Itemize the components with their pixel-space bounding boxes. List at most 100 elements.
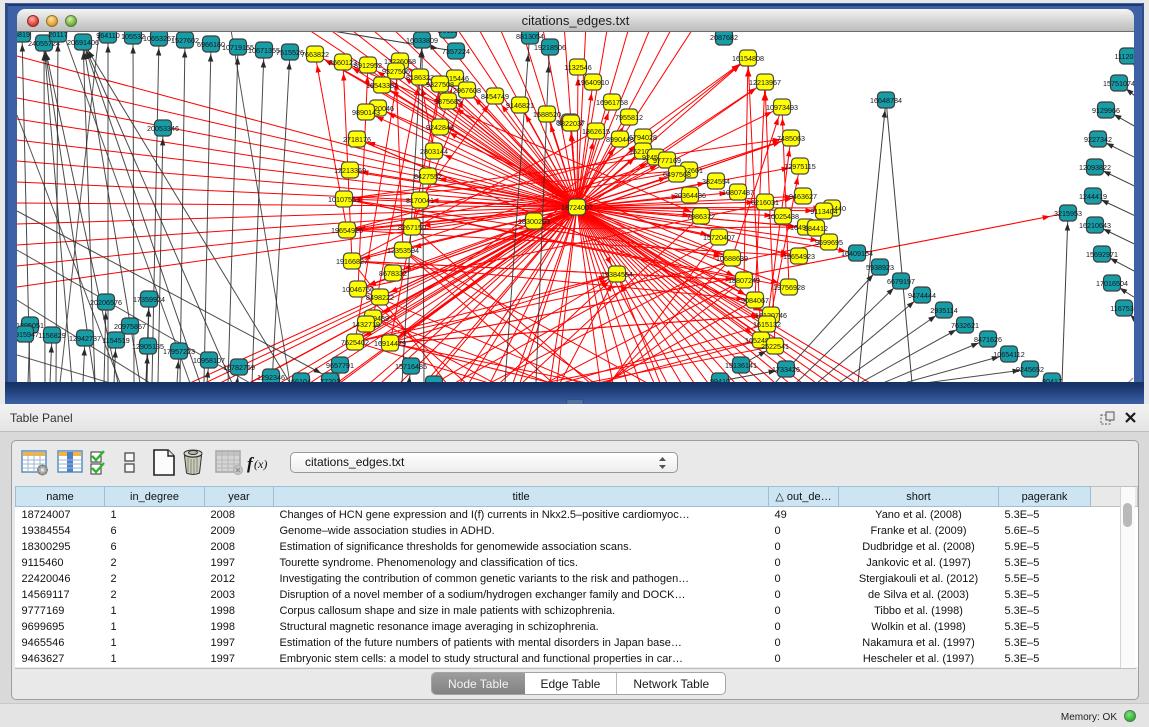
svg-text:16210643: 16210643 <box>1079 221 1111 230</box>
svg-text:1432719: 1432719 <box>352 320 380 329</box>
svg-text:16033809: 16033809 <box>406 36 438 45</box>
svg-text:12975115: 12975115 <box>784 162 815 171</box>
svg-text:15751074: 15751074 <box>1103 79 1134 88</box>
svg-text:18807249: 18807249 <box>728 276 760 285</box>
svg-text:1527602: 1527602 <box>171 36 199 45</box>
svg-text:1154519: 1154519 <box>102 336 129 345</box>
svg-text:9084067: 9084067 <box>741 296 769 305</box>
svg-text:1244419: 1244419 <box>1079 192 1107 201</box>
svg-text:19218506: 19218506 <box>534 43 566 52</box>
svg-text:3822037: 3822037 <box>557 119 585 128</box>
svg-text:16782759: 16782759 <box>223 363 255 372</box>
svg-text:8267150: 8267150 <box>398 223 426 232</box>
svg-text:8660123: 8660123 <box>329 58 357 67</box>
svg-text:10958107: 10958107 <box>193 356 225 365</box>
svg-text:1132546: 1132546 <box>564 63 591 72</box>
svg-text:7625402: 7625402 <box>341 338 369 347</box>
svg-text:8678332: 8678332 <box>379 269 407 278</box>
svg-text:1733426: 1733426 <box>772 365 800 374</box>
svg-text:8427552: 8427552 <box>414 172 442 181</box>
svg-text:3915947: 3915947 <box>17 330 39 339</box>
svg-text:8454749: 8454749 <box>481 92 509 101</box>
svg-text:6966160: 6966160 <box>197 40 225 49</box>
svg-text:20206576: 20206576 <box>90 298 122 307</box>
svg-text:3824554: 3824554 <box>702 177 730 186</box>
svg-text:9113404: 9113404 <box>810 207 837 216</box>
svg-text:19654923: 19654923 <box>783 252 815 261</box>
svg-text:16648784: 16648784 <box>870 96 902 105</box>
svg-text:19166827: 19166827 <box>336 257 368 266</box>
svg-text:984412: 984412 <box>804 224 828 233</box>
svg-text:1167534: 1167534 <box>1110 304 1134 313</box>
svg-text:12213967: 12213967 <box>749 78 781 87</box>
svg-text:18724007: 18724007 <box>561 203 593 212</box>
svg-text:8170041: 8170041 <box>406 196 434 205</box>
svg-text:20117: 20117 <box>48 32 67 39</box>
svg-text:20364436: 20364436 <box>674 191 706 200</box>
svg-text:12093822: 12093822 <box>1079 163 1111 172</box>
svg-text:96111: 96111 <box>439 32 458 35</box>
svg-text:10688639: 10688639 <box>716 254 748 263</box>
svg-text:16914479: 16914479 <box>374 339 406 348</box>
svg-text:8912952: 8912952 <box>354 61 382 70</box>
svg-text:18300293: 18300293 <box>518 217 550 226</box>
svg-text:1112033: 1112033 <box>1115 52 1134 61</box>
svg-text:7485063: 7485063 <box>777 134 805 143</box>
svg-text:10807487: 10807487 <box>722 188 754 197</box>
svg-text:3215953: 3215953 <box>1054 209 1082 218</box>
svg-text:7955812: 7955812 <box>615 113 643 122</box>
svg-text:6216031: 6216031 <box>751 198 779 207</box>
svg-text:16154808: 16154808 <box>732 54 764 63</box>
svg-text:20975867: 20975867 <box>114 322 146 331</box>
svg-text:8819: 8819 <box>17 32 30 39</box>
svg-text:16543382: 16543382 <box>366 81 398 90</box>
svg-text:15692971: 15692971 <box>1086 250 1118 259</box>
svg-text:17957223: 17957223 <box>163 347 195 356</box>
svg-text:10107553: 10107553 <box>328 195 360 204</box>
svg-text:2935114: 2935114 <box>930 306 957 315</box>
svg-text:2803144: 2803144 <box>420 147 448 156</box>
svg-text:105532: 105532 <box>121 32 145 41</box>
svg-text:7632621: 7632621 <box>951 321 979 330</box>
svg-text:1292346: 1292346 <box>257 373 285 382</box>
svg-text:17016504: 17016504 <box>1096 279 1128 288</box>
svg-text:99410: 99410 <box>710 377 730 382</box>
svg-text:2718176: 2718176 <box>343 135 371 144</box>
svg-text:19654925: 19654925 <box>331 226 363 235</box>
svg-text:15716485: 15716485 <box>395 362 427 371</box>
svg-text:9227342: 9227342 <box>1084 135 1112 144</box>
svg-text:6497568: 6497568 <box>663 170 691 179</box>
svg-text:9890143: 9890143 <box>352 108 380 117</box>
svg-text:10654112: 10654112 <box>993 350 1024 359</box>
svg-text:9463627: 9463627 <box>789 192 817 201</box>
svg-text:12213369: 12213369 <box>334 166 366 175</box>
svg-text:16961758: 16961758 <box>596 98 628 107</box>
svg-text:8471626: 8471626 <box>974 335 1002 344</box>
svg-text:12905135: 12905135 <box>132 342 164 351</box>
svg-text:15720407: 15720407 <box>703 233 735 242</box>
svg-text:7515526: 7515526 <box>276 48 304 57</box>
svg-text:66104: 66104 <box>291 377 311 382</box>
svg-text:9327508: 9327508 <box>426 80 454 89</box>
svg-text:9245652: 9245652 <box>1016 365 1044 374</box>
svg-text:12942737: 12942737 <box>69 334 101 343</box>
svg-text:80417: 80417 <box>1042 377 1062 382</box>
svg-text:6794028: 6794028 <box>629 133 657 142</box>
svg-text:16409154: 16409154 <box>841 249 873 258</box>
svg-text:77201: 77201 <box>320 377 340 382</box>
svg-text:17359924: 17359924 <box>133 295 165 304</box>
svg-text:19384554: 19384554 <box>601 270 633 279</box>
svg-text:8498222: 8498222 <box>366 293 394 302</box>
svg-text:19756928: 19756928 <box>773 283 805 292</box>
svg-text:7986372: 7986372 <box>687 212 715 221</box>
svg-text:9699695: 9699695 <box>815 238 843 247</box>
svg-text:6679197: 6679197 <box>887 277 915 286</box>
svg-text:(x): (x) <box>254 457 267 471</box>
svg-text:3875685: 3875685 <box>434 97 462 106</box>
svg-text:9146821: 9146821 <box>506 101 534 110</box>
svg-text:8813054: 8813054 <box>516 32 544 41</box>
svg-text:1156829: 1156829 <box>38 331 65 340</box>
svg-text:20053346: 20053346 <box>147 124 179 133</box>
svg-text:1615132: 1615132 <box>753 320 781 329</box>
svg-text:2522541: 2522541 <box>761 342 789 351</box>
